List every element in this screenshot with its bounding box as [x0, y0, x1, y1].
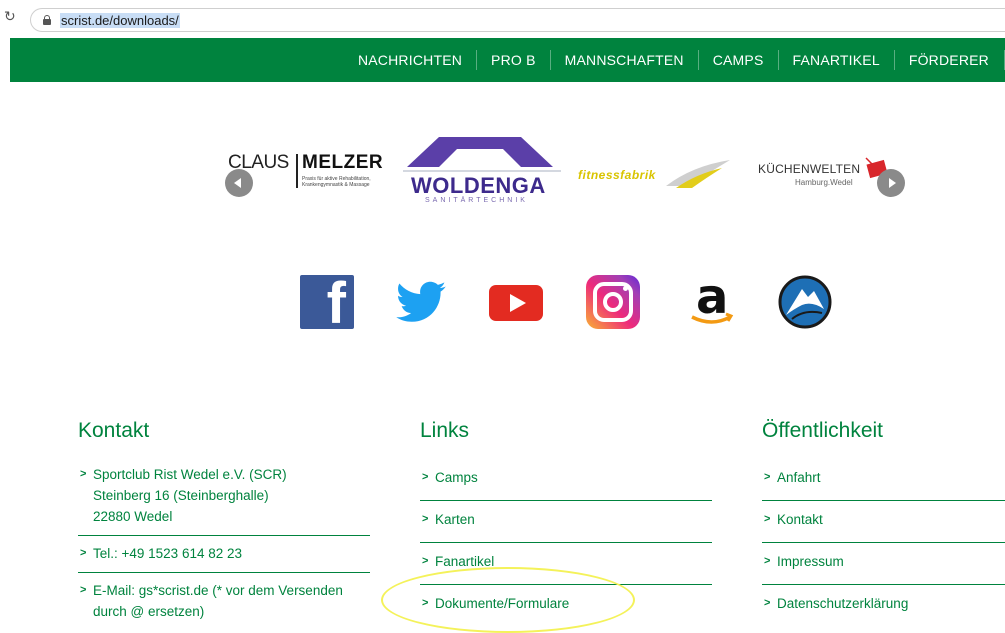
link-label: Impressum	[777, 554, 844, 569]
url-field[interactable]: scrist.de/downloads/	[30, 8, 1005, 32]
sponsor-logo-melzer[interactable]: CLAUS MELZER Praxis für aktive Rehabilit…	[228, 152, 400, 202]
link-impressum[interactable]: > Impressum	[762, 543, 1005, 585]
address-line-2: Steinberg 16 (Steinberghalle)	[93, 488, 269, 503]
chevron-right-icon: >	[764, 555, 771, 567]
link-kontakt[interactable]: > Kontakt	[762, 501, 1005, 543]
email-text: E-Mail: gs*scrist.de (* vor dem Versende…	[93, 583, 343, 619]
chevron-right-icon: >	[80, 584, 87, 596]
chevron-right-icon: >	[422, 471, 429, 483]
chevron-right-icon: >	[764, 471, 771, 483]
chevron-right-icon: >	[80, 547, 87, 559]
link-camps[interactable]: > Camps	[420, 459, 712, 501]
link-label: Karten	[435, 512, 475, 527]
tel-text: Tel.: +49 1523 614 82 23	[93, 546, 243, 561]
sponsor-logo-fitnessfabrik[interactable]: fitnessfabrik	[578, 156, 738, 196]
nav-item-camps[interactable]: CAMPS	[699, 50, 779, 70]
amazon-icon[interactable]: a	[684, 269, 738, 329]
kontakt-address[interactable]: > Sportclub Rist Wedel e.V. (SCR) Steinb…	[78, 457, 370, 536]
address-line-1: Sportclub Rist Wedel e.V. (SCR)	[93, 467, 287, 482]
address-line-3: 22880 Wedel	[93, 509, 173, 524]
youtube-icon[interactable]	[489, 275, 543, 329]
sponsor-carousel: CLAUS MELZER Praxis für aktive Rehabilit…	[220, 130, 910, 220]
links-heading: Links	[420, 419, 470, 442]
footer-column-kontakt: Kontakt > Sportclub Rist Wedel e.V. (SCR…	[78, 418, 370, 630]
link-label: Anfahrt	[777, 470, 821, 485]
carousel-next-button[interactable]	[877, 169, 905, 197]
chevron-right-icon: >	[764, 513, 771, 525]
swoosh-icon	[666, 160, 730, 188]
url-text[interactable]: scrist.de/downloads/	[60, 13, 180, 28]
sponsor-logo-kuechenwelten[interactable]: KÜCHENWELTEN Hamburg.Wedel	[758, 152, 898, 196]
woldenga-name: WOLDENGA	[411, 173, 546, 198]
roof-icon	[403, 137, 561, 172]
facebook-icon[interactable]: f	[300, 271, 354, 336]
nav-item-fanartikel[interactable]: FANARTIKEL	[779, 50, 895, 70]
kontakt-tel[interactable]: > Tel.: +49 1523 614 82 23	[78, 536, 370, 573]
highlight-circle	[381, 567, 635, 633]
nav-item-foerderer[interactable]: FÖRDERER	[895, 50, 1005, 70]
footer-column-oeffentlichkeit: Öffentlichkeit > Anfahrt > Kontakt > Impres…	[762, 418, 1005, 627]
nav-item-nachrichten[interactable]: NACHRICHTEN	[344, 50, 478, 70]
fitness-name: fitnessfabrik	[578, 168, 656, 182]
kuechen-name: KÜCHENWELTEN	[758, 162, 861, 176]
link-anfahrt[interactable]: > Anfahrt	[762, 459, 1005, 501]
link-label: Camps	[435, 470, 478, 485]
kontakt-heading: Kontakt	[78, 419, 150, 442]
social-icons: f a	[298, 269, 838, 336]
chevron-right-icon: >	[80, 468, 87, 480]
melzer-right-text: MELZER	[302, 152, 384, 173]
melzer-subtitle: Praxis für aktive Rehabilitation, Kranke…	[302, 176, 371, 188]
mountain-icon[interactable]	[778, 275, 832, 329]
link-label: Datenschutzerklärung	[777, 596, 909, 611]
sponsor-logo-woldenga[interactable]: WOLDENGA SANITÄRTECHNIK	[403, 135, 563, 215]
main-nav: NACHRICHTEN PRO B MANNSCHAFTEN CAMPS FAN…	[10, 38, 1005, 82]
lock-icon[interactable]	[43, 15, 51, 25]
twitter-icon[interactable]	[394, 275, 448, 329]
carousel-prev-button[interactable]	[225, 169, 253, 197]
reload-icon[interactable]: ↻	[4, 8, 16, 25]
browser-address-bar: ↻ scrist.de/downloads/	[0, 0, 1005, 38]
chevron-right-icon: >	[422, 513, 429, 525]
oeffentlichkeit-heading: Öffentlichkeit	[762, 419, 884, 442]
link-karten[interactable]: > Karten	[420, 501, 712, 543]
link-label: Kontakt	[777, 512, 823, 527]
nav-item-pro-b[interactable]: PRO B	[477, 50, 551, 70]
kuechen-subtitle: Hamburg.Wedel	[795, 178, 853, 187]
woldenga-subtitle: SANITÄRTECHNIK	[425, 197, 528, 204]
link-datenschutz[interactable]: > Datenschutzerklärung	[762, 585, 1005, 627]
chevron-right-icon: >	[422, 555, 429, 567]
instagram-icon[interactable]	[586, 275, 640, 329]
chevron-right-icon: >	[764, 597, 771, 609]
kontakt-email[interactable]: > E-Mail: gs*scrist.de (* vor dem Versen…	[78, 573, 370, 630]
nav-item-mannschaften[interactable]: MANNSCHAFTEN	[551, 50, 699, 70]
